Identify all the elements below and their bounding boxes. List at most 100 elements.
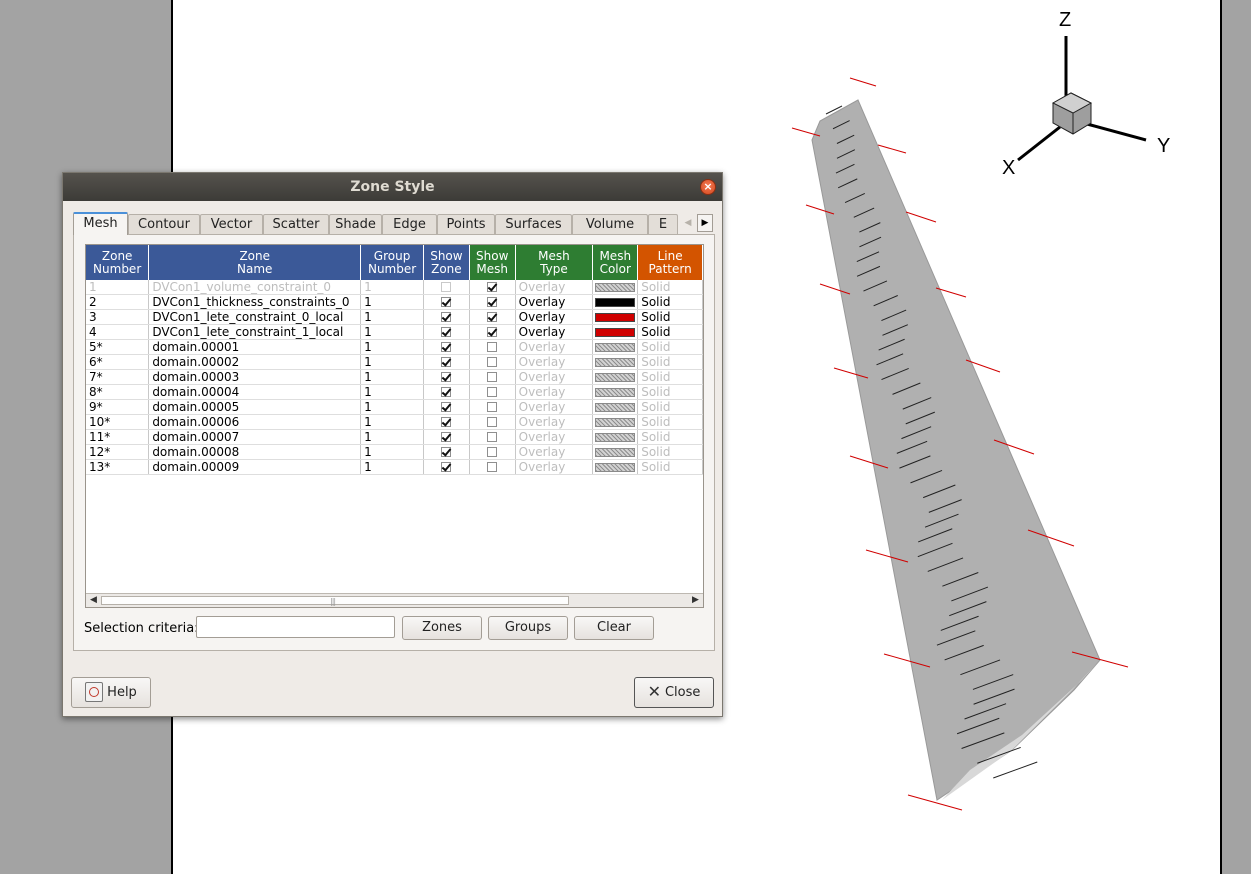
tab-surfaces[interactable]: Surfaces — [495, 214, 572, 234]
show-zone-cell[interactable] — [423, 444, 470, 460]
mesh-type-cell[interactable]: Overlay — [515, 429, 594, 445]
show-zone-cell[interactable] — [423, 339, 470, 355]
mesh-color-cell[interactable] — [592, 324, 639, 340]
column-header-group-number[interactable]: Group Number — [360, 245, 424, 280]
line-pattern-cell[interactable]: Solid — [637, 384, 703, 400]
group-number-cell[interactable]: 1 — [360, 429, 424, 445]
zone-name-cell[interactable]: domain.00001 — [148, 339, 362, 355]
zone-name-cell[interactable]: DVCon1_volume_constraint_0 — [148, 280, 362, 295]
zone-name-cell[interactable]: domain.00008 — [148, 444, 362, 460]
show-mesh-cell[interactable] — [469, 280, 516, 295]
zone-number-cell[interactable]: 6* — [86, 354, 150, 370]
show-zone-cell[interactable] — [423, 309, 470, 325]
show-mesh-cell[interactable] — [469, 414, 516, 430]
column-header-line-pattern[interactable]: Line Pattern — [637, 245, 703, 280]
zone-name-cell[interactable]: domain.00003 — [148, 369, 362, 385]
mesh-type-cell[interactable]: Overlay — [515, 459, 594, 475]
tab-contour[interactable]: Contour — [128, 214, 200, 234]
show-zone-checkbox[interactable] — [441, 372, 452, 382]
zone-grid[interactable]: Zone Number Zone Name Group Number Show Zone Sho… — [85, 244, 704, 608]
help-button[interactable]: Help — [71, 677, 151, 708]
show-mesh-checkbox[interactable] — [487, 447, 498, 457]
show-zone-cell[interactable] — [423, 384, 470, 400]
zone-name-cell[interactable]: domain.00009 — [148, 459, 362, 475]
show-mesh-cell[interactable] — [469, 294, 516, 310]
column-header-mesh-color[interactable]: Mesh Color — [592, 245, 639, 280]
zone-name-cell[interactable]: domain.00002 — [148, 354, 362, 370]
mesh-color-cell[interactable] — [592, 459, 639, 475]
line-pattern-cell[interactable]: Solid — [637, 399, 703, 415]
mesh-color-swatch[interactable] — [595, 327, 636, 337]
line-pattern-cell[interactable]: Solid — [637, 280, 703, 295]
line-pattern-cell[interactable]: Solid — [637, 339, 703, 355]
mesh-type-cell[interactable]: Overlay — [515, 354, 594, 370]
show-zone-cell[interactable] — [423, 294, 470, 310]
zone-number-cell[interactable]: 11* — [86, 429, 150, 445]
show-mesh-cell[interactable] — [469, 459, 516, 475]
mesh-color-swatch[interactable] — [595, 372, 636, 382]
mesh-color-swatch[interactable] — [595, 297, 636, 307]
show-mesh-cell[interactable] — [469, 369, 516, 385]
show-zone-cell[interactable] — [423, 324, 470, 340]
mesh-color-cell[interactable] — [592, 339, 639, 355]
mesh-type-cell[interactable]: Overlay — [515, 384, 594, 400]
table-row[interactable]: 7* domain.00003 1 Overlay Solid — [86, 369, 703, 385]
show-zone-checkbox[interactable] — [441, 387, 452, 397]
mesh-color-cell[interactable] — [592, 414, 639, 430]
show-mesh-cell[interactable] — [469, 399, 516, 415]
tab-volume[interactable]: Volume — [572, 214, 648, 234]
group-number-cell[interactable]: 1 — [360, 384, 424, 400]
tab-scroll-left-icon[interactable]: ◀ — [681, 214, 695, 232]
show-mesh-cell[interactable] — [469, 324, 516, 340]
mesh-color-cell[interactable] — [592, 280, 639, 295]
column-header-zone-number[interactable]: Zone Number — [86, 245, 150, 280]
column-header-show-mesh[interactable]: Show Mesh — [469, 245, 516, 280]
mesh-color-cell[interactable] — [592, 384, 639, 400]
show-mesh-checkbox[interactable] — [487, 282, 498, 292]
zone-number-cell[interactable]: 4 — [86, 324, 150, 340]
show-zone-checkbox[interactable] — [441, 402, 452, 412]
show-mesh-checkbox[interactable] — [487, 417, 498, 427]
mesh-type-cell[interactable]: Overlay — [515, 294, 594, 310]
table-row[interactable]: 5* domain.00001 1 Overlay Solid — [86, 339, 703, 355]
tab-e[interactable]: E — [648, 214, 678, 234]
group-number-cell[interactable]: 1 — [360, 324, 424, 340]
mesh-color-cell[interactable] — [592, 444, 639, 460]
show-mesh-checkbox[interactable] — [487, 387, 498, 397]
zone-number-cell[interactable]: 12* — [86, 444, 150, 460]
mesh-color-cell[interactable] — [592, 369, 639, 385]
show-zone-cell[interactable] — [423, 280, 470, 295]
group-number-cell[interactable]: 1 — [360, 280, 424, 295]
tab-points[interactable]: Points — [437, 214, 495, 234]
scroll-right-arrow-icon[interactable]: ▶ — [689, 594, 702, 607]
show-zone-checkbox[interactable] — [441, 312, 452, 322]
mesh-type-cell[interactable]: Overlay — [515, 369, 594, 385]
line-pattern-cell[interactable]: Solid — [637, 429, 703, 445]
table-row[interactable]: 10* domain.00006 1 Overlay Solid — [86, 414, 703, 430]
zone-number-cell[interactable]: 5* — [86, 339, 150, 355]
tab-vector[interactable]: Vector — [200, 214, 263, 234]
show-zone-checkbox[interactable] — [441, 327, 452, 337]
tab-scatter[interactable]: Scatter — [263, 214, 329, 234]
group-number-cell[interactable]: 1 — [360, 399, 424, 415]
zone-number-cell[interactable]: 8* — [86, 384, 150, 400]
mesh-color-swatch[interactable] — [595, 447, 636, 457]
show-mesh-checkbox[interactable] — [487, 462, 498, 472]
show-zone-checkbox[interactable] — [441, 297, 452, 307]
zone-name-cell[interactable]: domain.00004 — [148, 384, 362, 400]
show-mesh-cell[interactable] — [469, 444, 516, 460]
mesh-color-swatch[interactable] — [595, 417, 636, 427]
show-mesh-checkbox[interactable] — [487, 357, 498, 367]
show-zone-cell[interactable] — [423, 429, 470, 445]
line-pattern-cell[interactable]: Solid — [637, 369, 703, 385]
scroll-left-arrow-icon[interactable]: ◀ — [87, 594, 100, 607]
show-mesh-checkbox[interactable] — [487, 402, 498, 412]
group-number-cell[interactable]: 1 — [360, 414, 424, 430]
window-close-icon[interactable]: × — [700, 179, 716, 195]
show-zone-checkbox[interactable] — [441, 447, 452, 457]
zone-number-cell[interactable]: 3 — [86, 309, 150, 325]
zone-number-cell[interactable]: 7* — [86, 369, 150, 385]
show-zone-cell[interactable] — [423, 399, 470, 415]
show-mesh-cell[interactable] — [469, 339, 516, 355]
show-zone-cell[interactable] — [423, 459, 470, 475]
